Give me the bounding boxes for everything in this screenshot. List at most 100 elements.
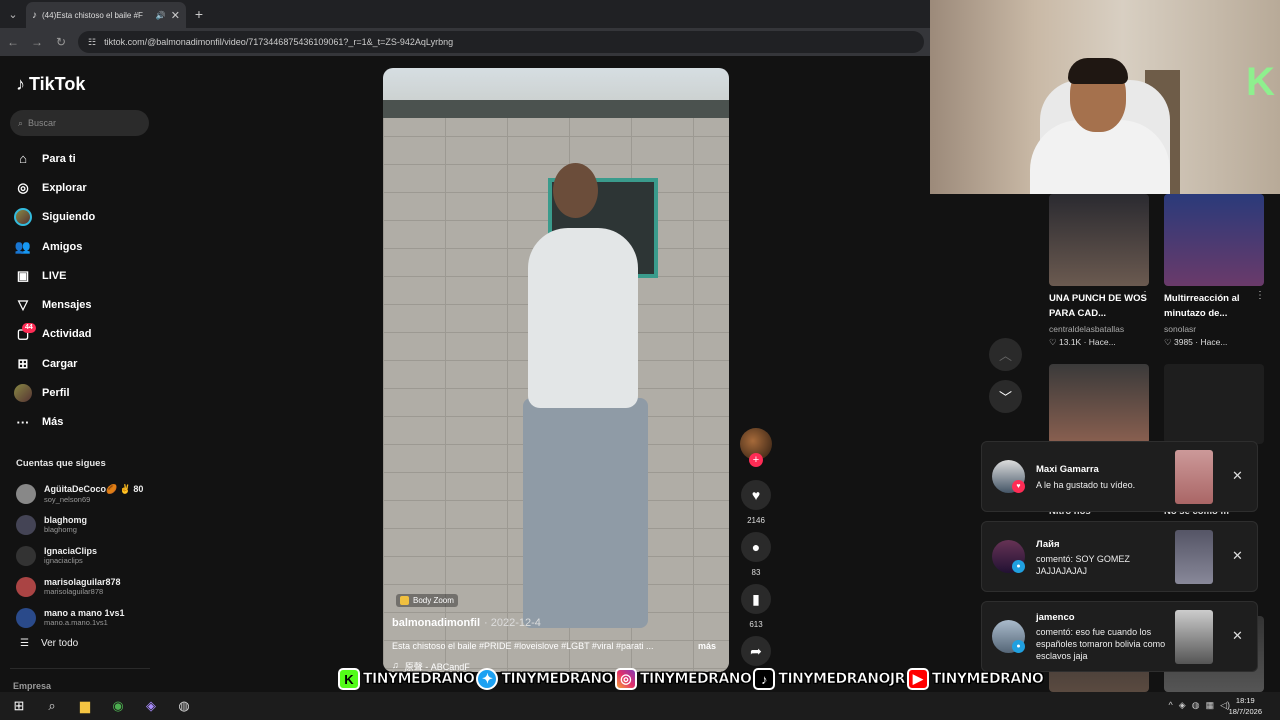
speaker-icon[interactable]: 🔊	[156, 11, 166, 20]
following-account[interactable]: blaghomg blaghomg	[16, 509, 156, 540]
handle-text: TINYMEDRANO	[931, 671, 1045, 688]
forward-icon[interactable]: →	[30, 35, 44, 49]
notification-card[interactable]: ● jamenco comentó: eso fue cuando los es…	[981, 601, 1258, 672]
clock-time: 18:19	[1235, 696, 1255, 705]
clock[interactable]: 18:19 18/7/2026	[1229, 695, 1262, 717]
rec-likes: 13.1K	[1059, 337, 1082, 347]
notification-thumbnail[interactable]	[1175, 530, 1213, 584]
previous-video-button[interactable]: ︿	[989, 338, 1022, 371]
notification-thumbnail[interactable]	[1175, 450, 1213, 504]
video-description: Esta chistoso el baile #PRIDE #loveislov…	[392, 641, 654, 651]
twitter-icon: ✦	[476, 668, 499, 690]
account-handle: soy_nelson69	[44, 494, 91, 504]
notification-thumbnail[interactable]	[1175, 610, 1213, 664]
network-icon[interactable]: ▦	[1206, 700, 1215, 711]
video-date: · 2022-12-4	[484, 617, 541, 629]
site-info-icon[interactable]: ☷	[88, 37, 96, 48]
reload-icon[interactable]: ↻	[54, 35, 68, 49]
following-account[interactable]: marisolaguilar878 marisolaguilar878	[16, 571, 156, 602]
nav-mensajes[interactable]: ▽ Mensajes	[14, 290, 154, 319]
nav-siguiendo[interactable]: Siguiendo	[14, 203, 154, 232]
like-button[interactable]: ♥ 2146	[738, 480, 774, 525]
account-name: IgnaciaClips	[44, 546, 98, 556]
browser-tab[interactable]: ♪ (44)Esta chistoso el baile #F 🔊 ✕	[26, 2, 186, 28]
effect-tag[interactable]: Body Zoom	[396, 594, 458, 607]
obs-icon[interactable]: ◍	[170, 692, 198, 720]
steam-icon[interactable]: ◍	[1192, 700, 1200, 711]
rec-author[interactable]: sonolasr	[1164, 324, 1196, 334]
rec-time: Hace...	[1088, 337, 1116, 347]
nav-label: Actividad	[42, 328, 92, 341]
video-player[interactable]: Body Zoom balmonadimonfil · 2022-12-4 Est…	[383, 68, 729, 672]
nav-cargar[interactable]: ⊞ Cargar	[14, 349, 154, 378]
search-input[interactable]: ⌕ Buscar	[10, 110, 149, 136]
following-list: AgüitaDeCoco🏉 ✌️ 80 soy_nelson69 blaghomg…	[16, 478, 156, 633]
effect-icon	[400, 596, 409, 605]
friends-icon: 👥	[14, 238, 32, 254]
next-video-button[interactable]: ﹀	[989, 380, 1022, 413]
save-count: 613	[749, 620, 763, 629]
tiktok-logo[interactable]: ♪ TikTok	[16, 74, 85, 95]
comment-button[interactable]: ● 83	[738, 532, 774, 577]
see-all-link[interactable]: ☰ Ver todo	[20, 638, 78, 649]
more-options-icon[interactable]: ⋮	[1140, 290, 1150, 301]
video-author[interactable]: balmonadimonfil · 2022-12-4	[392, 617, 541, 629]
rec-title[interactable]: UNA PUNCH DE WOS PARA CAD...	[1049, 291, 1149, 321]
file-explorer-icon[interactable]: ▆	[71, 692, 99, 720]
avatar	[16, 576, 36, 597]
close-icon[interactable]: ✕	[1232, 628, 1243, 644]
rec-thumbnail[interactable]	[1164, 194, 1264, 286]
instagram-handle: ◎ TINYMEDRANO	[614, 668, 752, 690]
tab-title: (44)Esta chistoso el baile #F	[42, 10, 143, 20]
following-account[interactable]: AgüitaDeCoco🏉 ✌️ 80 soy_nelson69	[16, 478, 156, 509]
discord-icon[interactable]: ◈	[137, 692, 165, 720]
nav-para-ti[interactable]: ⌂ Para ti	[14, 144, 154, 173]
nav-perfil[interactable]: Perfil	[14, 378, 154, 407]
follow-plus-icon[interactable]: +	[749, 453, 763, 467]
nav-actividad[interactable]: ▢ 44 Actividad	[14, 320, 154, 349]
following-account[interactable]: mano a mano 1vs1 mano.a.mano.1vs1	[16, 602, 156, 633]
nav-live[interactable]: ▣ LIVE	[14, 261, 154, 290]
back-icon[interactable]: ←	[6, 35, 20, 49]
discord-tray-icon[interactable]: ◈	[1179, 700, 1186, 711]
save-button[interactable]: ▮ 613	[738, 584, 774, 629]
notification-user: jamenco	[1036, 612, 1075, 623]
avatar	[16, 607, 36, 628]
more-button[interactable]: más	[698, 641, 716, 651]
avatar	[16, 483, 36, 504]
search-icon[interactable]: ⌕	[38, 692, 66, 720]
system-tray[interactable]: ^ ◈ ◍ ▦ ◁)	[1169, 700, 1230, 711]
close-icon[interactable]: ✕	[1232, 468, 1243, 484]
rec-thumbnail[interactable]	[1164, 364, 1264, 444]
nav-explorar[interactable]: ◎ Explorar	[14, 173, 154, 202]
kick-neon-logo-icon: K	[1246, 60, 1275, 104]
more-icon: ···	[16, 414, 30, 430]
close-tab-icon[interactable]: ✕	[171, 9, 180, 22]
nav-label: Perfil	[42, 387, 70, 400]
notification-text: comentó: eso fue cuando los españoles to…	[1036, 627, 1166, 661]
nav-mas[interactable]: ··· Más	[14, 408, 154, 437]
address-bar[interactable]: ☷ tiktok.com/@balmonadimonfil/video/7173…	[78, 31, 924, 53]
rec-thumbnail[interactable]	[1049, 364, 1149, 444]
notification-card[interactable]: ♥ Maxi Gamarra A le ha gustado tu vídeo.…	[981, 441, 1258, 512]
video-frame-person	[553, 163, 598, 218]
chevron-up-icon[interactable]: ^	[1169, 700, 1173, 711]
windows-start-icon[interactable]: ⊞	[5, 692, 33, 720]
handle-text: TINYMEDRANO	[501, 671, 614, 688]
following-account[interactable]: IgnaciaClips ignaciaclips	[16, 540, 156, 571]
empresa-link[interactable]: Empresa	[13, 681, 51, 691]
rec-author[interactable]: centraldelasbatallas	[1049, 324, 1124, 334]
more-options-icon[interactable]: ⋮	[1255, 290, 1265, 301]
rec-thumbnail[interactable]	[1049, 194, 1149, 286]
notification-user: Maxi Gamarra	[1036, 464, 1099, 475]
notification-card[interactable]: ● Лайя comentó: SOY GOMEZ JAJJAJAJAJ ✕	[981, 521, 1258, 592]
close-icon[interactable]: ✕	[1232, 548, 1243, 564]
nav-amigos[interactable]: 👥 Amigos	[14, 232, 154, 261]
rec-title[interactable]: Multirreacción al minutazo de...	[1164, 291, 1264, 321]
chrome-icon[interactable]: ◉	[104, 692, 132, 720]
share-button[interactable]: ➦	[738, 636, 774, 666]
tab-search-icon[interactable]: ⌄	[0, 0, 26, 28]
new-tab-icon[interactable]: +	[186, 6, 212, 22]
activity-badge: 44	[22, 322, 36, 333]
account-handle: blaghomg	[44, 525, 77, 534]
